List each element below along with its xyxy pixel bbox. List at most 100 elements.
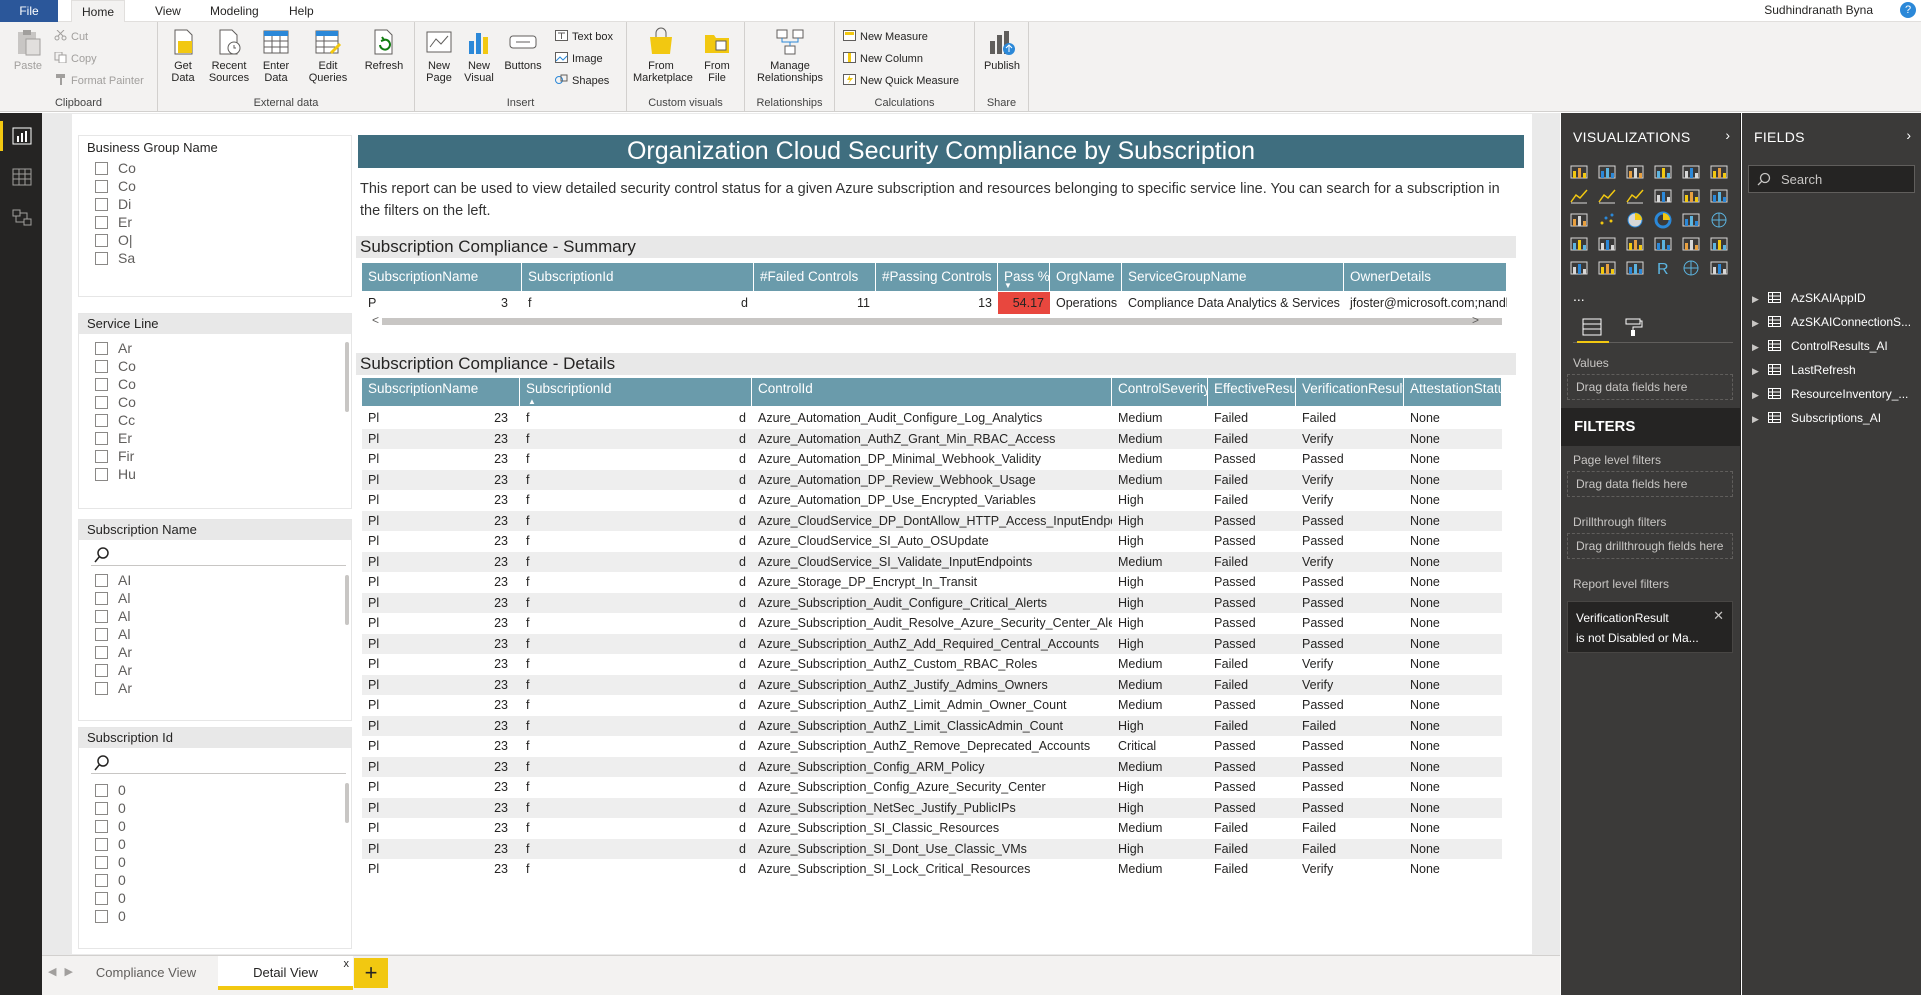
summary-column-header[interactable]: #Failed Controls <box>754 263 876 291</box>
slicer-item[interactable]: 0 <box>95 906 126 927</box>
expand-arrow-icon[interactable]: ▶ <box>1752 338 1762 356</box>
tab-home[interactable]: Home <box>71 0 126 22</box>
fields-well-icon[interactable] <box>1581 317 1603 337</box>
publish-button[interactable]: Publish <box>979 27 1025 72</box>
text-box-button[interactable]: Text box <box>555 28 613 46</box>
new-column-button[interactable]: New Column <box>843 50 923 68</box>
details-column-header[interactable]: SubscriptionName <box>362 378 520 406</box>
checkbox[interactable] <box>95 856 108 869</box>
line-chart-icon[interactable] <box>1569 187 1589 205</box>
from-marketplace-button[interactable]: From Marketplace <box>633 27 693 84</box>
tab-help[interactable]: Help <box>279 0 324 22</box>
get-data-button[interactable]: Get Data <box>162 27 204 84</box>
area-chart-icon[interactable] <box>1597 187 1617 205</box>
remove-filter-icon[interactable]: ✕ <box>1713 606 1724 626</box>
checkbox[interactable] <box>95 252 108 265</box>
stacked-area-icon[interactable] <box>1625 187 1645 205</box>
details-column-header[interactable]: ControlSeverity <box>1112 378 1208 406</box>
image-button[interactable]: Image <box>555 50 603 68</box>
data-view-icon[interactable] <box>12 168 32 186</box>
add-page-button[interactable]: + <box>354 958 388 988</box>
report-view-icon[interactable] <box>12 127 32 145</box>
page-filters-drop-zone[interactable]: Drag data fields here <box>1567 471 1733 497</box>
checkbox[interactable] <box>95 910 108 923</box>
slicer-item[interactable]: Hu <box>95 464 136 485</box>
scatter-icon[interactable] <box>1597 211 1617 229</box>
subscription-name-search[interactable] <box>91 544 346 566</box>
globe-icon[interactable] <box>1681 259 1701 277</box>
close-page-icon[interactable]: x <box>344 947 350 981</box>
from-file-button[interactable]: From File <box>697 27 737 84</box>
shapes-button[interactable]: Shapes <box>555 72 609 90</box>
gauge-icon[interactable] <box>1625 235 1645 253</box>
field-table-item[interactable]: ▶ Subscriptions_AI <box>1752 409 1881 427</box>
field-table-item[interactable]: ▶ ControlResults_AI <box>1752 337 1888 355</box>
slicer-icon[interactable] <box>1569 259 1589 277</box>
checkbox[interactable] <box>95 234 108 247</box>
table-row[interactable]: Pl 23 f d Azure_Subscription_AuthZ_Remove_De… <box>362 736 1502 757</box>
copy-button[interactable]: Copy <box>54 50 97 68</box>
sort-descending-icon[interactable]: ▼ <box>1004 281 1012 290</box>
checkbox[interactable] <box>95 378 108 391</box>
new-measure-button[interactable]: New Measure <box>843 28 928 46</box>
table-row[interactable]: Pl 23 f d Azure_Subscription_AuthZ_Limit_Cla… <box>362 715 1502 736</box>
refresh-button[interactable]: Refresh <box>361 27 407 72</box>
map-icon[interactable] <box>1709 211 1729 229</box>
table-row[interactable]: Pl 23 f d Azure_Subscription_AuthZ_Justify_A… <box>362 674 1502 695</box>
model-view-icon[interactable] <box>12 209 32 227</box>
table-row[interactable]: Pl 23 f d Azure_Subscription_AuthZ_Custom_RB… <box>362 654 1502 675</box>
donut-chart-icon[interactable] <box>1653 211 1673 229</box>
checkbox[interactable] <box>95 342 108 355</box>
stacked-bar-icon[interactable] <box>1569 163 1589 181</box>
checkbox[interactable] <box>95 802 108 815</box>
user-name[interactable]: Sudhindranath Byna <box>1764 3 1873 17</box>
checkbox[interactable] <box>95 198 108 211</box>
tab-modeling[interactable]: Modeling <box>200 0 269 22</box>
clustered-column-icon[interactable] <box>1653 163 1673 181</box>
checkbox[interactable] <box>95 628 108 641</box>
paint-roller-icon[interactable] <box>1623 317 1645 337</box>
enter-data-button[interactable]: Enter Data <box>256 27 296 84</box>
scroll-right-icon[interactable]: > <box>1472 313 1479 327</box>
sort-ascending-icon[interactable]: ▲ <box>528 397 536 406</box>
checkbox[interactable] <box>95 216 108 229</box>
new-page-button[interactable]: New Page <box>421 27 457 84</box>
checkbox[interactable] <box>95 664 108 677</box>
summary-table-row[interactable]: P 3 f d 11 13 54.17 Operations Compliance Data A… <box>362 292 1507 314</box>
paste-button[interactable]: Paste <box>10 27 46 72</box>
page-tab-detail-view[interactable]: Detail View x <box>218 956 353 990</box>
summary-column-header[interactable]: #Passing Controls <box>876 263 998 291</box>
checkbox[interactable] <box>95 784 108 797</box>
slicer-item[interactable]: Ar <box>95 678 132 699</box>
recent-sources-button[interactable]: Recent Sources <box>204 27 254 84</box>
manage-relationships-button[interactable]: Manage Relationships <box>751 27 829 84</box>
table-row[interactable]: Pl 23 f d Azure_Automation_DP_Review_Webhook… <box>362 469 1502 490</box>
table-row[interactable]: Pl 23 f d Azure_Subscription_AuthZ_Add_Requi… <box>362 633 1502 654</box>
format-painter-button[interactable]: Format Painter <box>54 72 144 90</box>
summary-horizontal-scrollbar[interactable]: < > <box>362 313 1507 327</box>
expand-arrow-icon[interactable]: ▶ <box>1752 314 1762 332</box>
details-column-header[interactable]: VerificationResult <box>1296 378 1404 406</box>
checkbox[interactable] <box>95 432 108 445</box>
table-row[interactable]: Pl 23 f d Azure_Subscription_SI_Classic_Reso… <box>362 818 1502 839</box>
checkbox[interactable] <box>95 450 108 463</box>
treemap-icon[interactable] <box>1681 211 1701 229</box>
table-row[interactable]: Pl 23 f d Azure_Automation_Audit_Configure_L… <box>362 408 1502 429</box>
verification-result-filter-card[interactable]: VerificationResult is not Disabled or Ma… <box>1567 601 1733 653</box>
summary-column-header[interactable]: OrgName <box>1050 263 1122 291</box>
line-column-icon[interactable] <box>1653 187 1673 205</box>
buttons-button[interactable]: Buttons <box>503 27 543 72</box>
checkbox[interactable] <box>95 360 108 373</box>
scroll-left-icon[interactable]: < <box>372 313 379 327</box>
drillthrough-drop-zone[interactable]: Drag drillthrough fields here <box>1567 533 1733 559</box>
new-quick-measure-button[interactable]: New Quick Measure <box>843 72 959 90</box>
cut-button[interactable]: Cut <box>54 28 88 46</box>
table-row[interactable]: Pl 23 f d Azure_Subscription_Audit_Resolve_A… <box>362 613 1502 634</box>
waterfall-icon[interactable] <box>1569 211 1589 229</box>
details-column-header[interactable]: SubscriptionId <box>520 378 752 406</box>
arcgis-icon[interactable] <box>1709 259 1729 277</box>
page-tab-compliance-view[interactable]: Compliance View <box>82 956 210 990</box>
details-column-header[interactable]: EffectiveResult <box>1208 378 1296 406</box>
100-bar-icon[interactable] <box>1681 163 1701 181</box>
checkbox[interactable] <box>95 682 108 695</box>
